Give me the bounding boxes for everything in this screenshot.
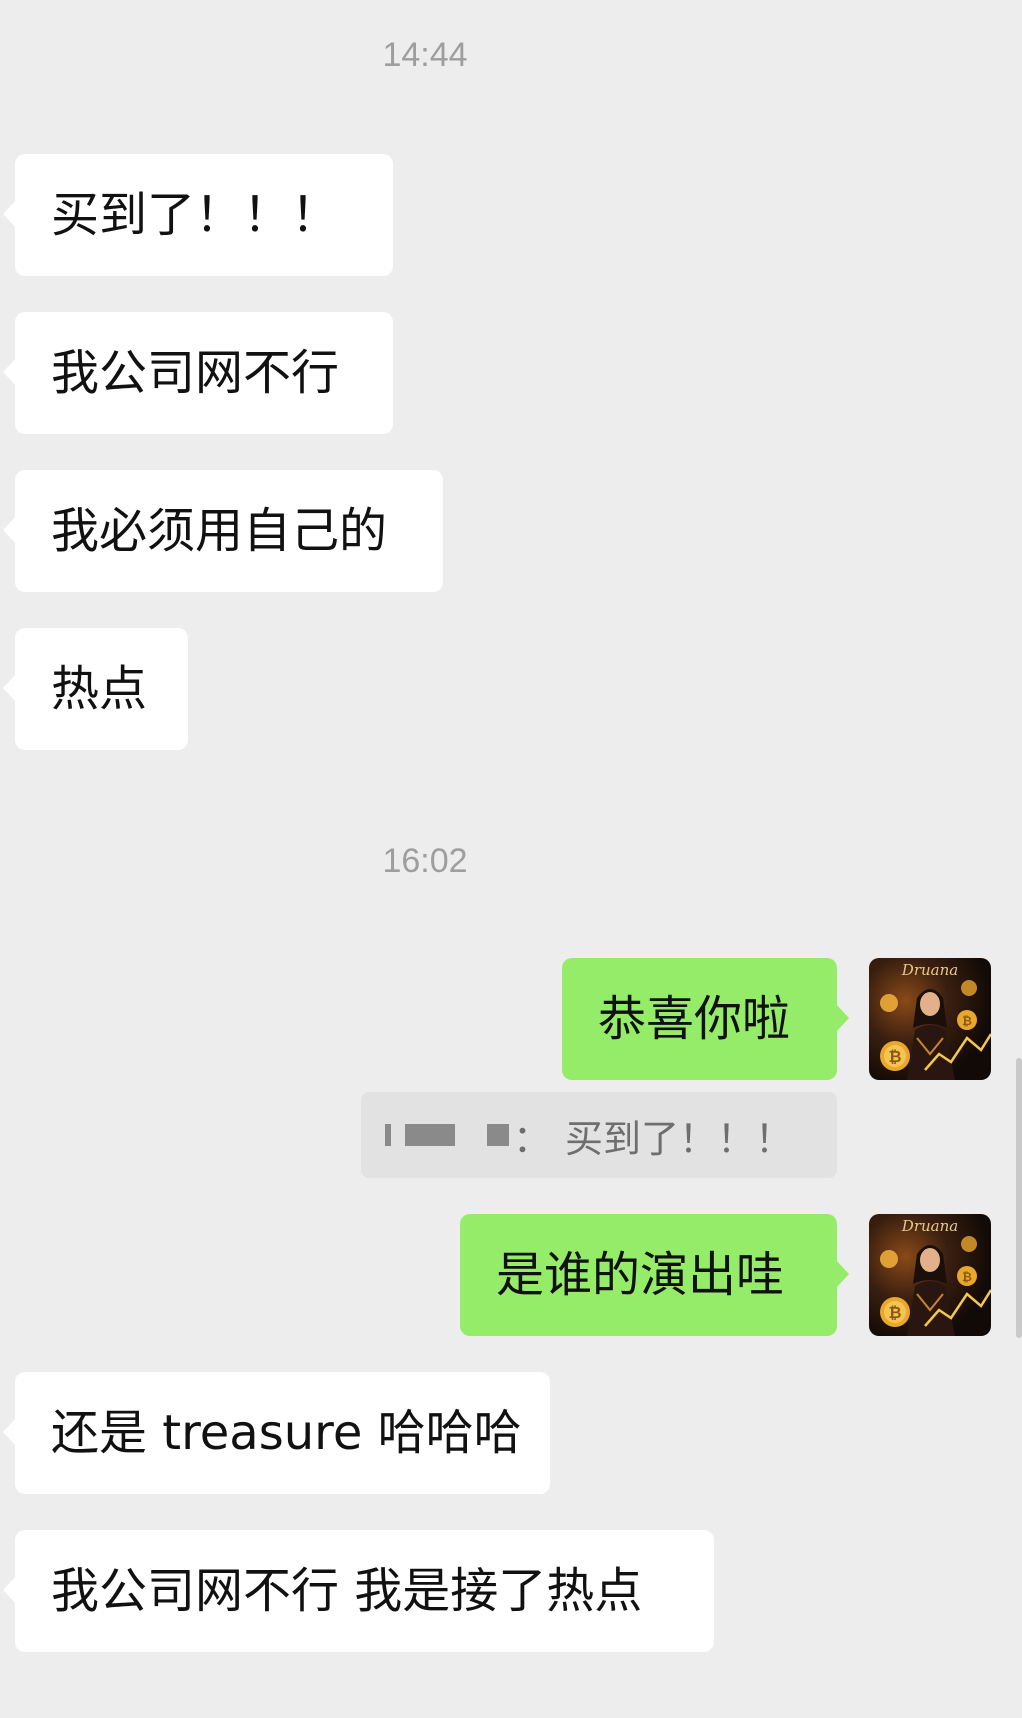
message-text: 我公司网不行 我是接了热点 (51, 1563, 643, 1619)
svg-text:₿: ₿ (962, 1270, 972, 1284)
outgoing-message-bubble[interactable]: 恭喜你啦 (562, 958, 849, 1080)
avatar-label: Druana (901, 961, 958, 979)
redacted-sender-name (405, 1124, 455, 1146)
outgoing-message-bubble[interactable]: 是谁的演出哇 (460, 1214, 849, 1336)
message-text: 我公司网不行 (51, 345, 340, 401)
message-text: 买到了！！！ (51, 187, 340, 243)
incoming-message-bubble[interactable]: 买到了！！！ (3, 154, 393, 276)
timestamp: 14:44 (382, 36, 468, 74)
timestamp: 16:02 (382, 842, 468, 880)
avatar-label: Druana (901, 1217, 958, 1235)
avatar-image: Druana ₿ ₿ (869, 958, 991, 1080)
redacted-sender-name (487, 1124, 509, 1146)
avatar-image: Druana ₿ ₿ (869, 1214, 991, 1336)
message-text: 还是 treasure 哈哈哈 (51, 1405, 522, 1461)
incoming-message-bubble[interactable]: 还是 treasure 哈哈哈 (3, 1372, 550, 1494)
svg-text:₿: ₿ (962, 1014, 972, 1028)
avatar[interactable]: Druana ₿ ₿ (869, 1214, 991, 1336)
quoted-message[interactable]: ： 买到了！！！ (361, 1092, 837, 1178)
message-text: 我必须用自己的 (51, 503, 388, 559)
quote-separator: ： (513, 1116, 552, 1161)
message-text: 是谁的演出哇 (496, 1247, 785, 1303)
redacted-sender-name (385, 1124, 391, 1146)
incoming-message-bubble[interactable]: 我必须用自己的 (3, 470, 443, 592)
incoming-message-bubble[interactable]: 我公司网不行 我是接了热点 (3, 1530, 714, 1652)
scrollbar[interactable] (1016, 1058, 1022, 1338)
message-text: 恭喜你啦 (598, 991, 791, 1047)
message-text: 热点 (51, 661, 148, 717)
svg-text:₿: ₿ (888, 1303, 901, 1322)
avatar[interactable]: Druana ₿ ₿ (869, 958, 991, 1080)
quoted-text: 买到了！！！ (565, 1116, 794, 1161)
svg-text:₿: ₿ (888, 1047, 901, 1066)
incoming-message-bubble[interactable]: 我公司网不行 (3, 312, 393, 434)
incoming-message-bubble[interactable]: 热点 (3, 628, 188, 750)
